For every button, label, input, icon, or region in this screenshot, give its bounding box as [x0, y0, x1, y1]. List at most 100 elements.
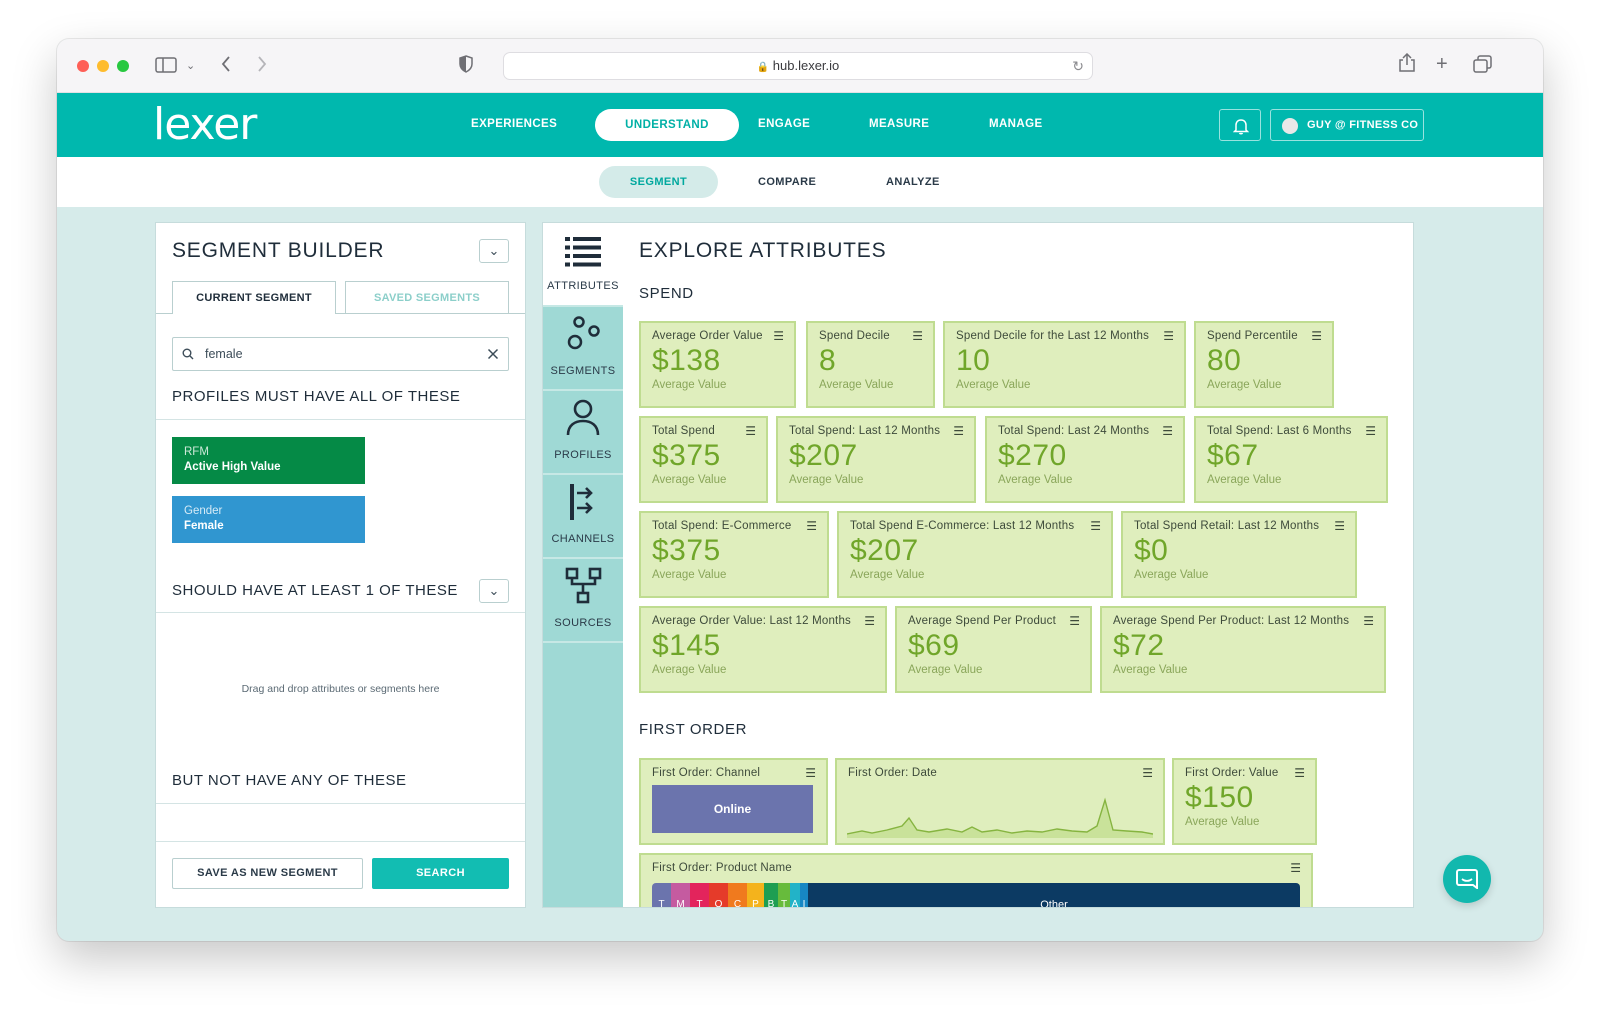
person-icon [566, 399, 600, 436]
forward-icon[interactable] [256, 55, 268, 76]
card-menu-icon[interactable]: ☰ [745, 424, 756, 438]
new-tab-icon[interactable]: + [1436, 54, 1448, 74]
drop-zone-hint[interactable]: Drag and drop attributes or segments her… [156, 683, 525, 695]
search-input[interactable] [205, 345, 475, 363]
card-title: Average Order Value: Last 12 Months [652, 615, 851, 627]
card-menu-icon[interactable]: ☰ [1090, 519, 1101, 533]
nav-measure[interactable]: MEASURE [869, 118, 929, 130]
segment-chip-rfm[interactable]: RFM Active High Value [172, 437, 365, 484]
tabs-overview-icon[interactable] [1473, 55, 1493, 76]
clear-search-icon[interactable] [487, 348, 499, 360]
search-button[interactable]: SEARCH [372, 858, 509, 889]
reload-icon[interactable]: ↻ [1072, 53, 1084, 79]
segment-chip-gender[interactable]: Gender Female [172, 496, 365, 543]
product-segment[interactable]: C [728, 883, 747, 907]
attribute-card-spend-decile[interactable]: Spend Decile ☰ 8 Average Value [806, 321, 935, 408]
card-value: $270 [998, 439, 1067, 472]
attribute-card-first-order-product[interactable]: First Order: Product Name ☰ T M T O C P B… [639, 853, 1313, 907]
product-segment[interactable]: T [690, 883, 709, 907]
product-segment[interactable]: P [747, 883, 764, 907]
card-menu-icon[interactable]: ☰ [864, 614, 875, 628]
product-segment[interactable]: B [764, 883, 778, 907]
chevron-down-icon[interactable]: ⌄ [186, 57, 195, 75]
attribute-card-total-spend-ecommerce-12m[interactable]: Total Spend E-Commerce: Last 12 Months ☰ … [837, 511, 1113, 598]
tab-compare[interactable]: COMPARE [758, 176, 816, 188]
collapse-should-button[interactable]: ⌄ [479, 579, 509, 603]
channel-bar-online[interactable]: Online [652, 785, 813, 833]
card-title: Spend Decile for the Last 12 Months [956, 330, 1150, 342]
tab-current-segment[interactable]: CURRENT SEGMENT [172, 281, 336, 314]
card-menu-icon[interactable]: ☰ [1294, 766, 1305, 780]
card-menu-icon[interactable]: ☰ [1069, 614, 1080, 628]
product-segment-other[interactable]: Other [808, 883, 1300, 907]
back-icon[interactable] [220, 55, 232, 76]
attribute-card-total-spend-retail-12m[interactable]: Total Spend Retail: Last 12 Months ☰ $0 A… [1121, 511, 1357, 598]
explore-attributes-title: EXPLORE ATTRIBUTES [639, 239, 887, 262]
attribute-search[interactable] [172, 337, 509, 371]
product-segment[interactable]: A [790, 883, 800, 907]
nav-manage[interactable]: MANAGE [989, 118, 1043, 130]
nav-understand[interactable]: UNDERSTAND [595, 109, 739, 141]
chip-value: Female [184, 520, 224, 532]
collapse-builder-button[interactable]: ⌄ [479, 239, 509, 263]
share-icon[interactable] [1398, 52, 1416, 76]
attribute-card-total-spend[interactable]: Total Spend ☰ $375 Average Value [639, 416, 768, 503]
card-title: Total Spend: Last 6 Months [1207, 425, 1352, 437]
card-menu-icon[interactable]: ☰ [953, 424, 964, 438]
sidebar-item-segments[interactable]: SEGMENTS [543, 307, 623, 389]
card-menu-icon[interactable]: ☰ [912, 329, 923, 343]
attribute-card-spend-percentile[interactable]: Spend Percentile ☰ 80 Average Value [1194, 321, 1334, 408]
sidebar-item-channels[interactable]: CHANNELS [543, 475, 623, 557]
save-as-new-segment-button[interactable]: SAVE AS NEW SEGMENT [172, 858, 363, 889]
attribute-card-average-order-value[interactable]: Average Order Value ☰ $138 Average Value [639, 321, 796, 408]
address-bar[interactable]: 🔒 hub.lexer.io ↻ [503, 52, 1093, 80]
card-menu-icon[interactable]: ☰ [773, 329, 784, 343]
attribute-card-first-order-date[interactable]: First Order: Date ☰ [835, 758, 1165, 845]
attribute-card-first-order-channel[interactable]: First Order: Channel ☰ Online [639, 758, 828, 845]
card-menu-icon[interactable]: ☰ [1162, 424, 1173, 438]
attribute-card-avg-spend-per-product[interactable]: Average Spend Per Product ☰ $69 Average V… [895, 606, 1092, 693]
attribute-card-total-spend-24m[interactable]: Total Spend: Last 24 Months ☰ $270 Averag… [985, 416, 1185, 503]
card-menu-icon[interactable]: ☰ [1142, 766, 1153, 780]
attribute-card-aov-12m[interactable]: Average Order Value: Last 12 Months ☰ $14… [639, 606, 887, 693]
card-menu-icon[interactable]: ☰ [1290, 861, 1301, 875]
bar-label: Online [713, 802, 752, 816]
tab-segment[interactable]: SEGMENT [599, 166, 718, 198]
sidebar-item-profiles[interactable]: PROFILES [543, 391, 623, 473]
user-menu-button[interactable]: GUY @ FITNESS CO [1270, 109, 1424, 141]
tab-saved-segments[interactable]: SAVED SEGMENTS [345, 281, 509, 314]
product-segment[interactable]: T [778, 883, 790, 907]
product-segment[interactable]: T [652, 883, 671, 907]
attribute-card-total-spend-ecommerce[interactable]: Total Spend: E-Commerce ☰ $375 Average Va… [639, 511, 829, 598]
nav-engage[interactable]: ENGAGE [758, 118, 810, 130]
product-bar[interactable]: T M T O C P B T A I Other [652, 883, 1300, 907]
attribute-card-avg-spend-per-product-12m[interactable]: Average Spend Per Product: Last 12 Month… [1100, 606, 1386, 693]
card-menu-icon[interactable]: ☰ [805, 766, 816, 780]
card-menu-icon[interactable]: ☰ [1311, 329, 1322, 343]
shield-icon[interactable] [458, 55, 474, 76]
card-menu-icon[interactable]: ☰ [806, 519, 817, 533]
notifications-button[interactable] [1219, 109, 1261, 141]
attribute-card-total-spend-12m[interactable]: Total Spend: Last 12 Months ☰ $207 Averag… [776, 416, 976, 503]
product-segment[interactable]: O [709, 883, 728, 907]
attribute-card-total-spend-6m[interactable]: Total Spend: Last 6 Months ☰ $67 Average … [1194, 416, 1388, 503]
card-menu-icon[interactable]: ☰ [1334, 519, 1345, 533]
product-segment[interactable]: M [671, 883, 690, 907]
card-subtitle: Average Value [652, 569, 727, 581]
card-menu-icon[interactable]: ☰ [1163, 329, 1174, 343]
lexer-logo[interactable]: lexer [153, 99, 257, 150]
minimize-window-button[interactable] [97, 60, 109, 72]
zoom-window-button[interactable] [117, 60, 129, 72]
sidebar-toggle-icon[interactable] [155, 56, 177, 77]
attribute-card-first-order-value[interactable]: First Order: Value ☰ $150 Average Value [1172, 758, 1317, 845]
nav-experiences[interactable]: EXPERIENCES [471, 118, 557, 130]
card-menu-icon[interactable]: ☰ [1363, 614, 1374, 628]
product-segment[interactable]: I [800, 883, 808, 907]
tab-analyze[interactable]: ANALYZE [886, 176, 940, 188]
sidebar-item-attributes[interactable]: ATTRIBUTES [543, 223, 623, 305]
sidebar-item-sources[interactable]: SOURCES [543, 559, 623, 641]
attribute-card-spend-decile-12m[interactable]: Spend Decile for the Last 12 Months ☰ 10 … [943, 321, 1186, 408]
chat-launcher-button[interactable] [1443, 855, 1491, 903]
close-window-button[interactable] [77, 60, 89, 72]
card-menu-icon[interactable]: ☰ [1365, 424, 1376, 438]
